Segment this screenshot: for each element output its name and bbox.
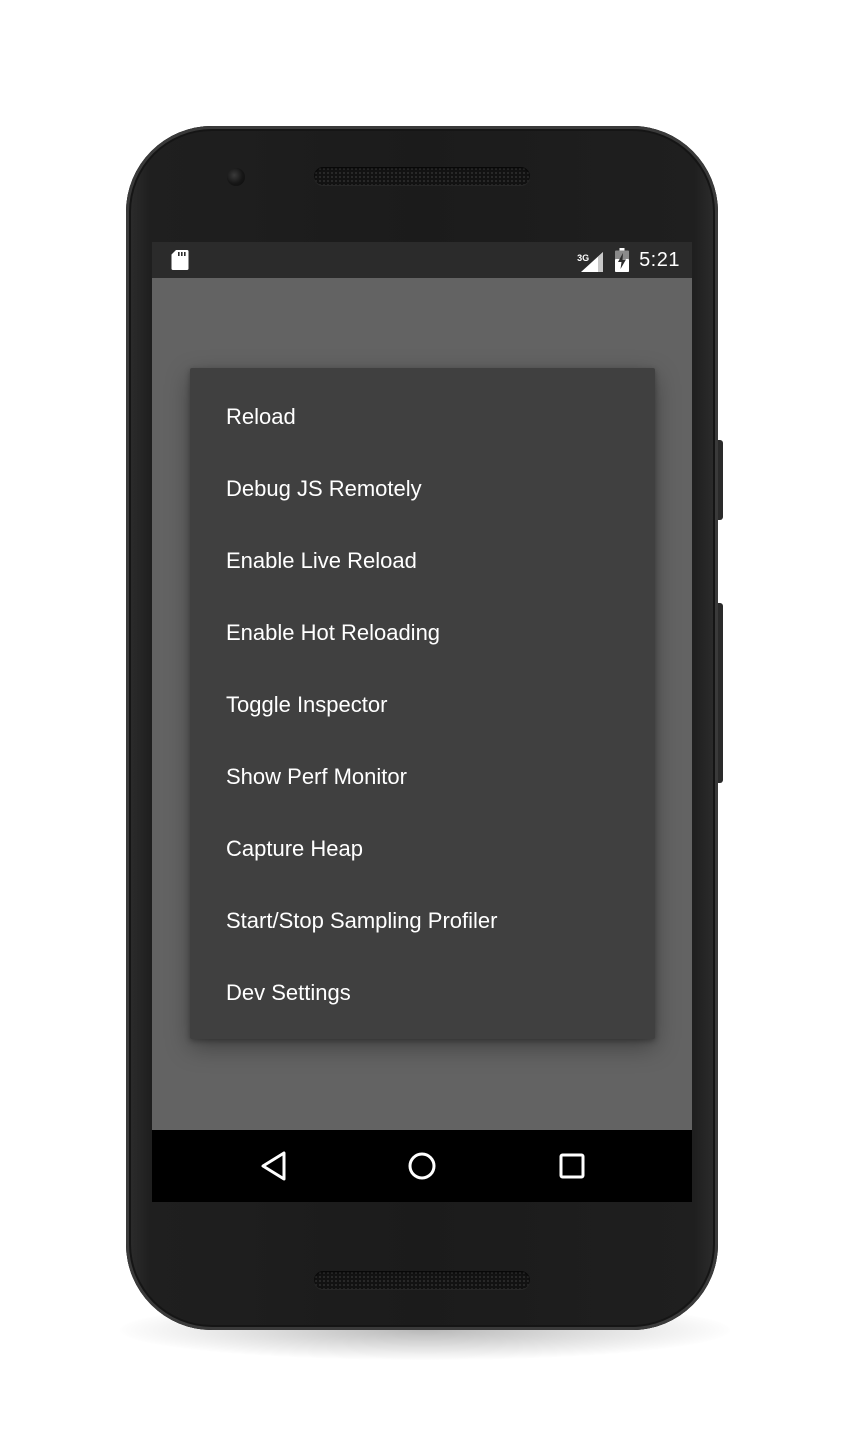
battery-indicator <box>615 248 630 272</box>
dev-menu-dialog: Reload Debug JS Remotely Enable Live Rel… <box>190 368 655 1039</box>
device-mockup: 3G 5:21 Reload Debug JS Remotely Enable … <box>0 0 849 1455</box>
screen: 3G 5:21 Reload Debug JS Remotely Enable … <box>152 242 692 1202</box>
menu-item-toggle-inspector[interactable]: Toggle Inspector <box>190 669 655 741</box>
bottom-speaker <box>314 1271 530 1289</box>
status-icons: 3G 5:21 <box>577 242 680 278</box>
recents-square-icon[interactable] <box>554 1148 590 1184</box>
dev-menu-list: Reload Debug JS Remotely Enable Live Rel… <box>190 368 655 1029</box>
menu-item-capture-heap[interactable]: Capture Heap <box>190 813 655 885</box>
front-camera <box>227 168 245 186</box>
cellular-signal: 3G <box>577 248 604 272</box>
menu-item-enable-hot-reloading[interactable]: Enable Hot Reloading <box>190 597 655 669</box>
earpiece-speaker <box>314 167 530 185</box>
back-triangle-icon[interactable] <box>255 1148 291 1184</box>
sd-card-icon <box>171 249 189 276</box>
home-circle-icon[interactable] <box>404 1148 440 1184</box>
menu-item-debug-js-remotely[interactable]: Debug JS Remotely <box>190 453 655 525</box>
cellular-signal-icon <box>581 252 604 272</box>
menu-item-reload[interactable]: Reload <box>190 381 655 453</box>
status-clock: 5:21 <box>639 248 680 271</box>
menu-item-show-perf-monitor[interactable]: Show Perf Monitor <box>190 741 655 813</box>
battery-charging-icon <box>615 248 630 272</box>
status-bar: 3G 5:21 <box>152 242 692 278</box>
menu-item-sampling-profiler[interactable]: Start/Stop Sampling Profiler <box>190 885 655 957</box>
menu-item-dev-settings[interactable]: Dev Settings <box>190 957 655 1029</box>
navigation-bar <box>152 1130 692 1202</box>
menu-item-enable-live-reload[interactable]: Enable Live Reload <box>190 525 655 597</box>
